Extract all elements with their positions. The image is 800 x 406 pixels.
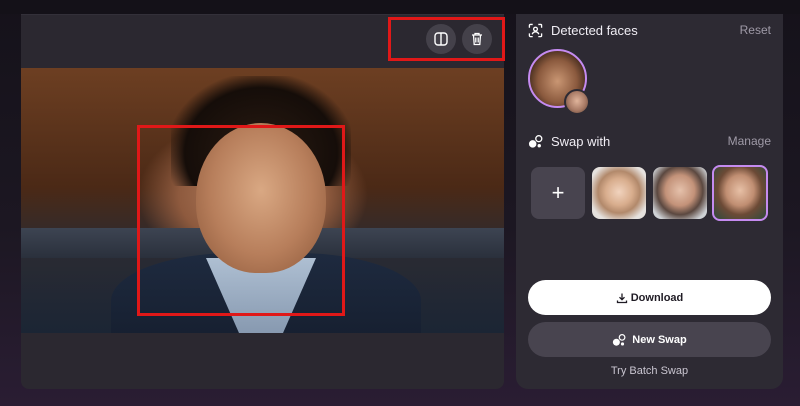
add-face-button[interactable]: +	[531, 167, 585, 219]
preview-panel	[21, 14, 505, 389]
detected-faces-title: Detected faces	[551, 22, 638, 38]
compare-button[interactable]	[426, 24, 456, 54]
swap-face-option[interactable]	[592, 167, 646, 219]
try-batch-swap-link[interactable]: Try Batch Swap	[528, 365, 771, 377]
delete-button[interactable]	[462, 24, 492, 54]
split-view-icon	[434, 32, 448, 46]
download-label: Download	[630, 291, 684, 304]
side-panel: Detected faces Reset Swap with Manage + …	[516, 14, 783, 389]
swap-bubbles-icon	[528, 134, 543, 148]
assigned-swap-face-badge	[564, 89, 590, 115]
download-button[interactable]: Download	[528, 280, 771, 315]
preview-toolbar	[21, 15, 505, 67]
new-swap-button[interactable]: New Swap	[528, 322, 771, 357]
trash-icon	[472, 32, 482, 46]
download-icon	[616, 293, 627, 303]
swap-with-title: Swap with	[551, 133, 611, 149]
swap-with-header: Swap with Manage	[528, 131, 771, 151]
top-bar	[0, 0, 800, 14]
swap-face-option[interactable]	[653, 167, 707, 219]
reset-link[interactable]: Reset	[740, 23, 771, 37]
swap-face-option-selected[interactable]	[712, 165, 768, 221]
manage-link[interactable]: Manage	[728, 134, 771, 148]
swap-bubbles-icon	[613, 333, 626, 346]
detected-face-thumbnail[interactable]	[528, 49, 590, 115]
new-swap-label: New Swap	[632, 333, 687, 346]
source-photo	[21, 68, 504, 333]
face-scan-icon	[528, 23, 543, 37]
detected-faces-header: Detected faces Reset	[528, 20, 771, 40]
face-detection-box	[137, 125, 345, 316]
